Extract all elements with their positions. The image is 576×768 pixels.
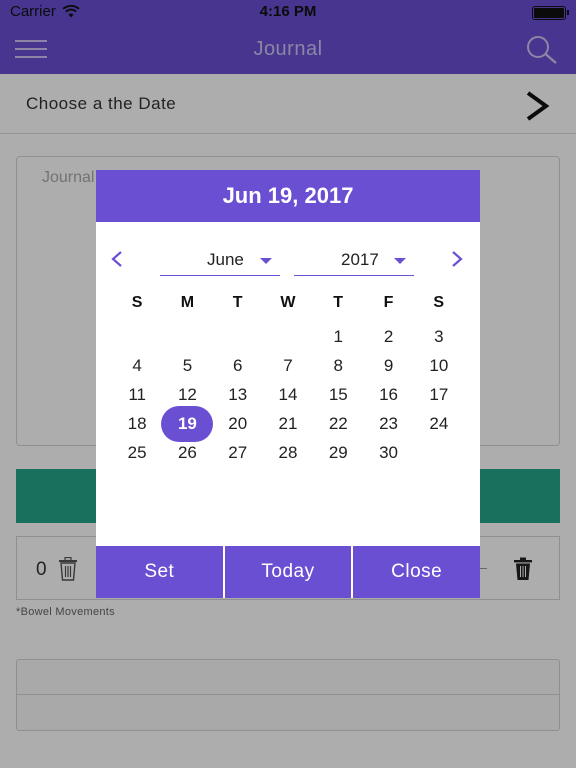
month-dropdown[interactable]: June [160,244,280,276]
weekday-label: S [131,294,143,311]
calendar-day[interactable]: 26 [162,438,212,467]
chevron-left-icon[interactable] [110,250,124,268]
calendar-day[interactable]: 22 [313,409,363,438]
calendar-day[interactable]: 12 [162,380,212,409]
selected-date-header: Jun 19, 2017 [96,170,480,222]
weekday-header: S M T W T F S [112,294,464,312]
weekday-label: W [280,294,296,311]
calendar-day[interactable]: 8 [313,351,363,380]
weekday-label: S [433,294,445,311]
weekday-label: F [383,294,394,311]
calendar-day[interactable]: 23 [363,409,413,438]
calendar-day[interactable]: 25 [112,438,162,467]
calendar-day[interactable]: 28 [263,438,313,467]
calendar-day[interactable]: 9 [363,351,413,380]
calendar-day[interactable]: 14 [263,380,313,409]
close-button[interactable]: Close [353,546,481,598]
calendar-day[interactable]: 7 [263,351,313,380]
calendar-day[interactable]: 16 [363,380,413,409]
calendar-day[interactable]: 18 [112,409,162,438]
calendar-day-grid: 1 2 3 4 5 6 7 8 9 10 11 12 13 14 15 16 17 18 19 20 21 22 23 24 2… [112,322,464,467]
weekday-label: M [180,294,195,311]
weekday-label: T [333,294,344,311]
dialog-actions: Set Today Close [96,546,481,598]
calendar-day[interactable]: 24 [414,409,464,438]
calendar-day[interactable]: 20 [213,409,263,438]
calendar-day[interactable]: 30 [363,438,413,467]
calendar-day[interactable]: 4 [112,351,162,380]
calendar-day[interactable]: 29 [313,438,363,467]
calendar-day[interactable]: 11 [112,380,162,409]
calendar-day[interactable]: 21 [263,409,313,438]
calendar-empty-cell [112,322,162,351]
caret-down-icon [394,258,406,264]
weekday-label: T [232,294,243,311]
calendar-day-selected[interactable]: 19 [161,405,214,442]
calendar-empty-cell [162,322,212,351]
calendar-empty-cell [213,322,263,351]
month-value: June [207,250,244,269]
calendar-day[interactable]: 13 [213,380,263,409]
calendar-day[interactable]: 10 [414,351,464,380]
chevron-right-icon[interactable] [450,250,464,268]
calendar-day[interactable]: 15 [313,380,363,409]
year-dropdown[interactable]: 2017 [294,244,414,276]
date-picker-dialog: Jun 19, 2017 June 2017 S M T W T F S 123… [96,170,481,598]
set-button[interactable]: Set [96,546,225,598]
calendar-day[interactable]: 17 [414,380,464,409]
year-value: 2017 [341,250,379,269]
calendar-empty-cell [263,322,313,351]
calendar-day[interactable]: 6 [213,351,263,380]
calendar-day[interactable]: 5 [162,351,212,380]
caret-down-icon [260,258,272,264]
calendar-day[interactable]: 27 [213,438,263,467]
today-button[interactable]: Today [224,546,354,598]
calendar-day[interactable]: 2 [363,322,413,351]
calendar-day[interactable]: 1 [313,322,363,351]
calendar-day[interactable]: 3 [414,322,464,351]
